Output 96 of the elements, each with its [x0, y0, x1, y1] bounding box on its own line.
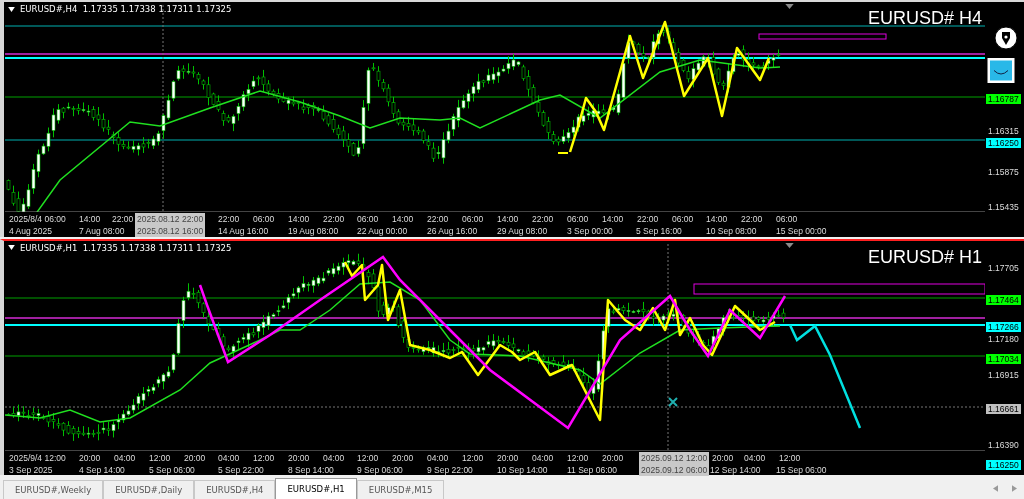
- time-label: 22:00: [218, 213, 240, 225]
- time-label: 22:00: [323, 213, 345, 225]
- time-label: 20:00: [602, 451, 624, 464]
- time-label: 20:00: [288, 451, 310, 464]
- time-label: 14:00: [79, 213, 101, 225]
- chart-title: EURUSD# H1: [867, 246, 982, 268]
- chart-header: EURUSD#,H1 1.17335 1.17338 1.17311 1.17325: [20, 242, 232, 253]
- price-label: 1.17180: [987, 333, 1020, 344]
- time-label: 04:00: [532, 451, 554, 464]
- time-label: 9 Sep 22:00: [427, 463, 473, 476]
- time-label: 12:00: [779, 451, 801, 464]
- time-label: 20:00: [392, 451, 414, 464]
- price-label: 1.15875: [987, 167, 1020, 177]
- time-label: 15 Sep 00:00: [776, 225, 827, 237]
- time-label: 26 Aug 16:00: [427, 225, 478, 237]
- time-label: 9 Sep 06:00: [357, 463, 403, 476]
- price-tag: 1.16661: [986, 403, 1021, 414]
- time-label: 04:00: [323, 451, 345, 464]
- price-tag: 1.16250: [986, 459, 1021, 470]
- crosshair-time-label: 2025.08.12 22:00: [135, 213, 206, 225]
- chart-title: EURUSD# H4: [867, 8, 982, 29]
- price-tag: 1.17266: [986, 321, 1021, 332]
- time-label: 19 Aug 08:00: [288, 225, 339, 237]
- chart-tab[interactable]: EURUSD#,Daily: [103, 480, 195, 499]
- time-label: 5 Sep 16:00: [636, 225, 682, 237]
- time-label: 2025/9/4 12:00: [9, 451, 66, 464]
- chart-tab[interactable]: EURUSD#,Weekly: [3, 480, 104, 499]
- price-tag: 1.17034: [986, 353, 1021, 364]
- time-label: 06:00: [253, 213, 275, 225]
- time-label: 8 Sep 14:00: [288, 463, 334, 476]
- time-label: 22:00: [112, 213, 134, 225]
- time-label: 4 Sep 14:00: [79, 463, 125, 476]
- time-label: 20:00: [497, 451, 519, 464]
- chart-header: EURUSD#,H4 1.17335 1.17338 1.17311 1.17325: [20, 4, 232, 14]
- time-label: 2025/8/4 06:00: [9, 213, 66, 225]
- price-label: 1.17705: [987, 262, 1020, 273]
- price-label: 1.16915: [987, 369, 1020, 380]
- price-label: 1.16390: [987, 439, 1020, 450]
- time-label: 14:00: [602, 213, 624, 225]
- time-label: 04:00: [744, 451, 766, 464]
- time-label: 12:00: [357, 451, 379, 464]
- dropdown-triangle-icon[interactable]: [8, 6, 15, 12]
- cup-icon[interactable]: [987, 57, 1015, 84]
- dash-mark: [557, 152, 569, 154]
- time-label: 04:00: [218, 451, 240, 464]
- chart-tab[interactable]: EURUSD#,M15: [356, 480, 445, 499]
- time-label: 10 Sep 08:00: [706, 225, 757, 237]
- chart-shift-marker-icon[interactable]: [785, 242, 794, 248]
- time-label: 10 Sep 14:00: [497, 463, 548, 476]
- crosshair-time-label: 2025.09.12 12:00: [639, 451, 710, 464]
- time-label: 4 Aug 2025: [9, 225, 52, 237]
- time-label: 3 Sep 00:00: [567, 225, 613, 237]
- time-label: 5 Sep 06:00: [149, 463, 195, 476]
- time-label: 06:00: [462, 213, 484, 225]
- time-label: 12:00: [462, 451, 484, 464]
- time-label: 14:00: [392, 213, 414, 225]
- pen-nib-icon[interactable]: [994, 26, 1018, 50]
- time-label: 06:00: [567, 213, 589, 225]
- chart-tab[interactable]: EURUSD#,H4: [194, 480, 276, 499]
- time-label: 20:00: [184, 451, 206, 464]
- time-label: 22:00: [427, 213, 449, 225]
- time-label: 14 Aug 16:00: [218, 225, 269, 237]
- time-label: 14:00: [288, 213, 310, 225]
- cross-marker-icon: [668, 396, 678, 407]
- dropdown-triangle-icon[interactable]: [8, 245, 15, 250]
- price-tag: 1.16787: [986, 94, 1021, 104]
- crosshair-time-label: 2025.08.12 16:00: [135, 225, 206, 237]
- time-label: 06:00: [672, 213, 694, 225]
- time-label: 20:00: [79, 451, 101, 464]
- time-label: 12:00: [253, 451, 275, 464]
- time-label: 20:00: [712, 451, 734, 464]
- time-label: 11 Sep 06:00: [567, 463, 617, 476]
- time-label: 22:00: [741, 213, 763, 225]
- time-label: 12:00: [567, 451, 589, 464]
- price-tag: 1.17464: [986, 294, 1021, 305]
- time-label: 22 Aug 00:00: [357, 225, 408, 237]
- time-label: 15 Sep 06:00: [776, 463, 827, 476]
- price-label: 1.15435: [987, 202, 1020, 212]
- time-label: 04:00: [427, 451, 449, 464]
- price-label: 1.16315: [987, 126, 1020, 136]
- price-tag: 1.16250: [986, 138, 1021, 148]
- time-label: 29 Aug 08:00: [497, 225, 548, 237]
- time-label: 12:00: [149, 451, 171, 464]
- time-label: 22:00: [532, 213, 554, 225]
- time-label: 14:00: [706, 213, 728, 225]
- time-label: 3 Sep 2025: [9, 463, 53, 476]
- time-label: 14:00: [497, 213, 519, 225]
- time-label: 22:00: [637, 213, 659, 225]
- time-label: 7 Aug 08:00: [79, 225, 125, 237]
- time-label: 06:00: [776, 213, 798, 225]
- chart-shift-marker-icon[interactable]: [785, 4, 794, 9]
- time-label: 06:00: [357, 213, 379, 225]
- time-label: 5 Sep 22:00: [218, 463, 264, 476]
- time-label: 04:00: [114, 451, 136, 464]
- chart-tab[interactable]: EURUSD#,H1: [275, 478, 357, 499]
- time-label: 12 Sep 14:00: [710, 463, 761, 476]
